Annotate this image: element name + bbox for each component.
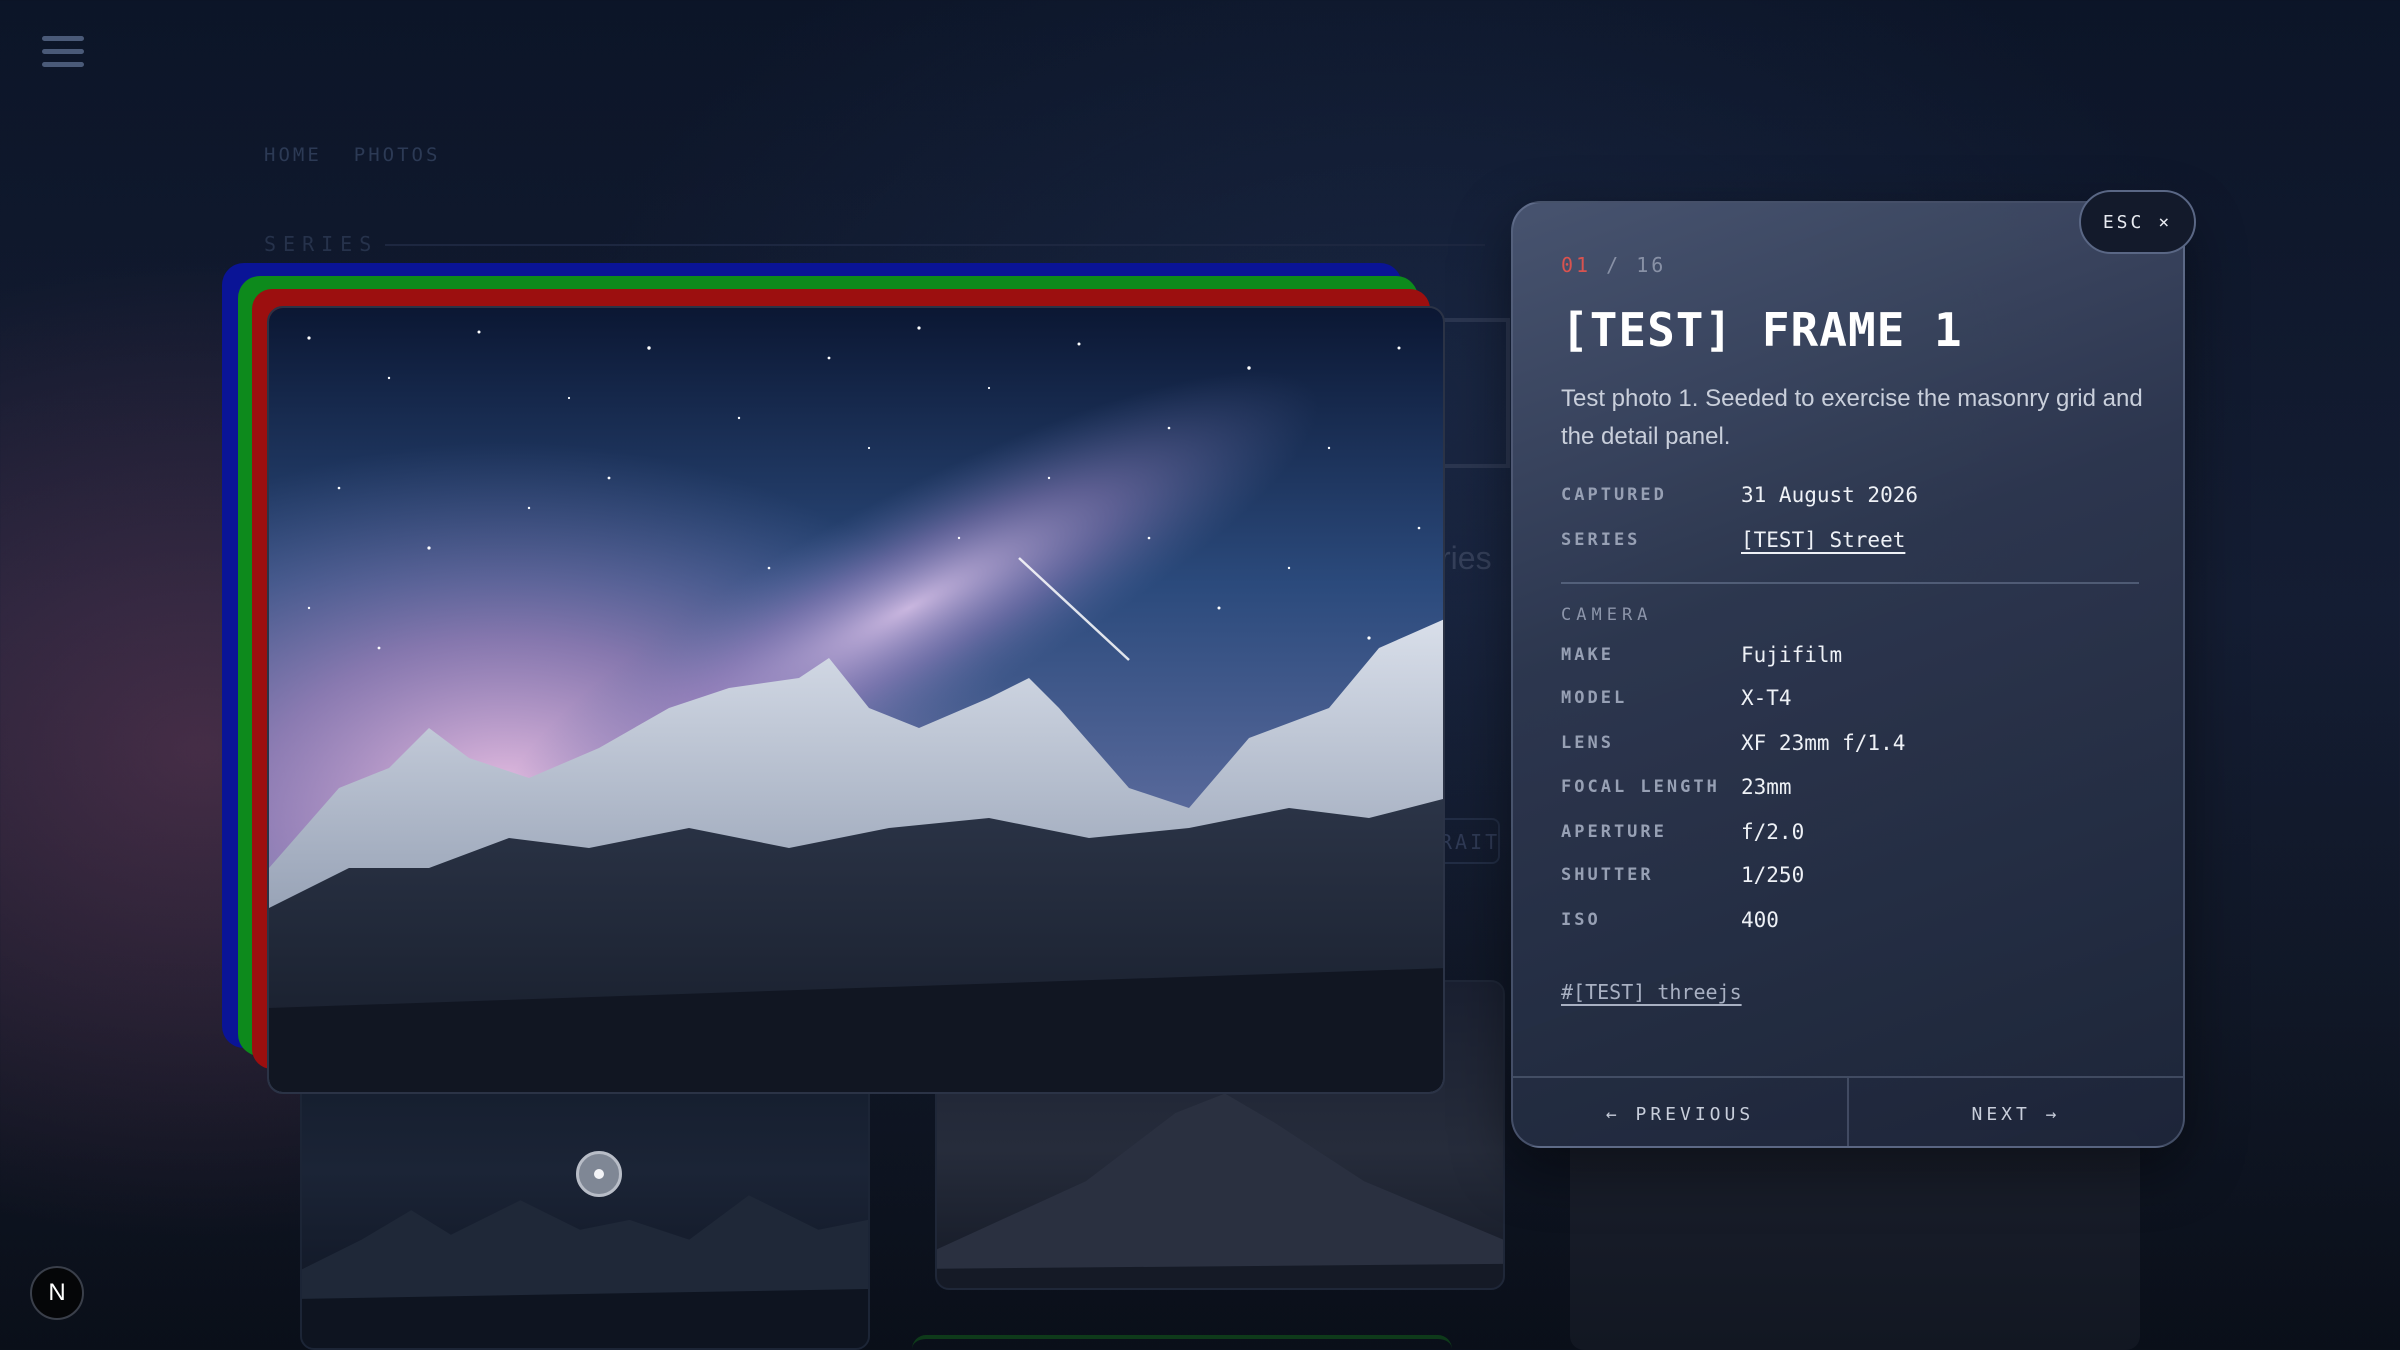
camera-row-lens: LENS XF 23mm f/1.4 [1561,731,1905,755]
photo-description: Test photo 1. Seeded to exercise the mas… [1561,385,2143,450]
camera-value: Fujifilm [1741,643,1843,667]
camera-row-focal-length: FOCAL LENGTH 23mm [1561,775,1792,799]
series-link[interactable]: [TEST] Street [1741,528,1905,552]
meta-row-captured: CAPTURED 31 August 2026 [1561,483,1918,507]
camera-heading: CAMERA [1561,605,1653,625]
menu-icon[interactable] [42,36,84,72]
breadcrumb-home[interactable]: HOME [264,144,322,166]
cursor-indicator [576,1151,622,1197]
starry-mountain-photo[interactable] [267,306,1445,1094]
background-photo-tile [912,1335,1452,1350]
camera-row-make: MAKE Fujifilm [1561,643,1842,667]
camera-key: MODEL [1561,688,1628,708]
panel-navigation: ← PREVIOUS NEXT → [1513,1076,2183,1146]
camera-value: 1/250 [1741,863,1805,887]
camera-key: ISO [1561,910,1601,930]
camera-row-shutter: SHUTTER 1/250 [1561,863,1804,887]
counter-current: 01 [1561,253,1592,277]
meta-key: SERIES [1561,530,1641,550]
next-button[interactable]: NEXT → [1847,1078,2183,1146]
meta-value: 31 August 2026 [1741,483,1919,507]
camera-key: SHUTTER [1561,865,1654,885]
breadcrumb: HOME PHOTOS [264,144,440,166]
photo-detail-panel: 01 / 16 [TEST] FRAME 1 Test photo 1. See… [1511,201,2185,1148]
photo-title: [TEST] FRAME 1 [1561,303,1963,357]
camera-value: 400 [1741,908,1779,932]
camera-key: MAKE [1561,645,1614,665]
camera-row-iso: ISO 400 [1561,908,1779,932]
camera-key: LENS [1561,733,1614,753]
camera-value: 23mm [1741,775,1792,799]
tag-link[interactable]: #[TEST] threejs [1561,980,1742,1004]
camera-value: XF 23mm f/1.4 [1741,731,1906,755]
series-divider [385,244,1485,246]
background-photo-tile [300,1050,870,1350]
camera-row-aperture: APERTURE f/2.0 [1561,820,1804,844]
counter-separator: / [1591,253,1637,277]
close-button[interactable]: ESC × [2079,190,2196,254]
counter-total: 16 [1636,253,1667,277]
camera-value: f/2.0 [1741,820,1805,844]
background-photo-tile [1570,1130,2140,1350]
background-title-fragment [1440,318,1510,468]
camera-key: FOCAL LENGTH [1561,777,1720,797]
background-subtitle-fragment: ries [1440,540,1492,576]
meta-row-series: SERIES [TEST] Street [1561,528,1905,552]
close-label: ESC [2102,211,2145,233]
camera-value: X-T4 [1741,686,1792,710]
close-icon: × [2158,211,2173,233]
photo-counter: 01 / 16 [1561,253,1666,277]
camera-row-model: MODEL X-T4 [1561,686,1792,710]
series-heading: SERIES [264,232,379,256]
framework-badge-icon[interactable]: N [30,1266,84,1320]
background-filter-pill: RAIT [1440,818,1500,864]
panel-divider [1561,582,2139,584]
camera-key: APERTURE [1561,822,1667,842]
previous-button[interactable]: ← PREVIOUS [1513,1078,1847,1146]
meta-key: CAPTURED [1561,485,1667,505]
breadcrumb-photos[interactable]: PHOTOS [354,144,441,166]
